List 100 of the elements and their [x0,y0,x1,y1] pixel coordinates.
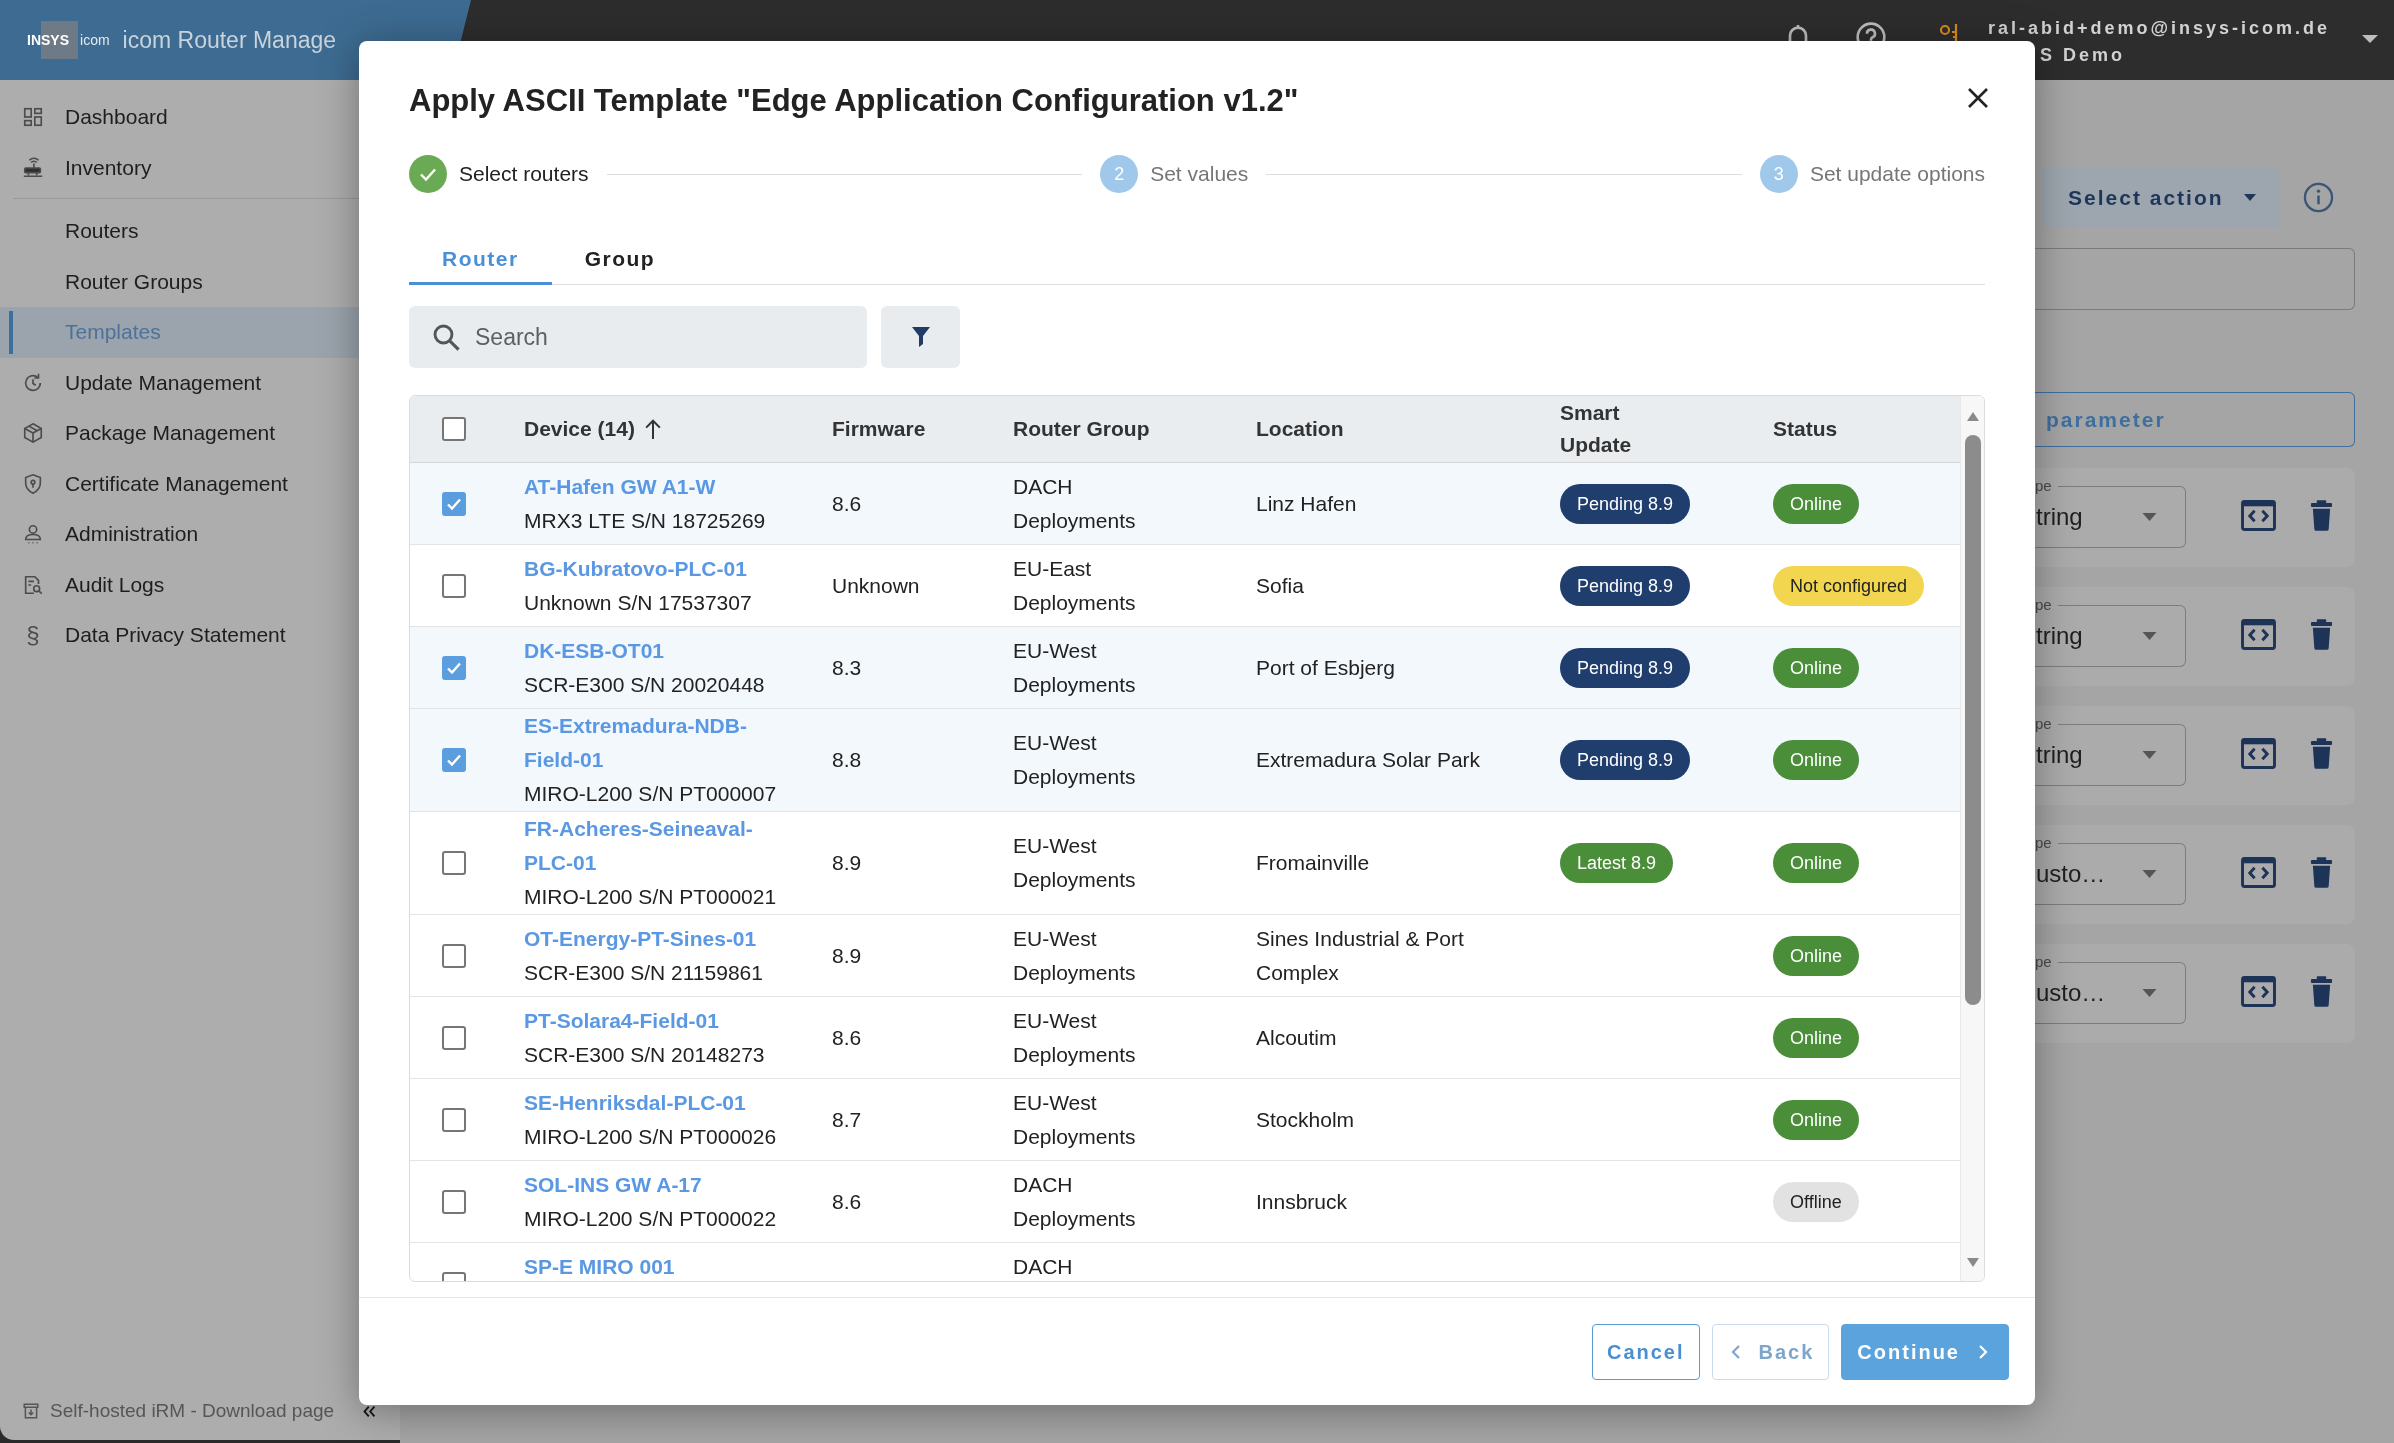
chevron-right-icon [1978,1344,1988,1360]
step-label[interactable]: Set update options [1809,162,1985,186]
update-tag: Pending 8.9 [1560,740,1691,780]
caret-down-icon [2142,632,2157,640]
caret-down-icon [2243,194,2256,201]
shield-icon [22,472,44,495]
tab[interactable]: Group [551,233,689,285]
text-input-field[interactable] [2035,248,2355,310]
column-header[interactable]: Smart Update [1560,397,1650,461]
trash-icon[interactable] [2310,857,2333,888]
table-cell-text: 8.7 [832,1106,862,1133]
logo[interactable]: INSYS icom [27,21,110,59]
table-cell-text: 8.9 [832,942,862,969]
sidebar-item[interactable]: Certificate Management [0,458,400,509]
code-window-icon[interactable] [2241,500,2276,531]
table-cell-text: Sines Industrial & Port Complex [1256,925,1465,986]
user-email[interactable]: ral-abid+demo@insys-icom.de [1987,15,2330,42]
filter-button[interactable] [881,306,960,368]
column-header[interactable]: Location [1256,413,1344,445]
checkbox[interactable] [442,1107,466,1132]
update-tag: Latest 8.9 [1560,843,1674,883]
code-window-icon[interactable] [2241,857,2276,888]
serial-number-text: MIRO-L200 S/N PT000007 [524,781,778,807]
checkbox[interactable] [442,491,466,516]
clock-arrow-icon [22,371,44,394]
sidebar-item[interactable]: Audit Logs [0,559,400,610]
table-cell-text: EU-East Deployments [1013,555,1137,616]
table-cell-text: Alcoutim [1256,1024,1337,1051]
status-tag: Online [1773,1099,1860,1140]
table-cell-text: Unknown [832,572,920,599]
scroll-down-arrow-icon[interactable] [1966,1258,1979,1267]
scroll-up-arrow-icon[interactable] [1966,412,1979,421]
table-cell-text: EU-West Deployments [1013,1089,1137,1150]
serial-number-text: SCR-E300 S/N 21159861 [524,959,763,986]
code-window-icon[interactable] [2241,619,2276,650]
trash-icon[interactable] [2310,738,2333,769]
code-window-icon[interactable] [2241,976,2276,1007]
update-tag: Pending 8.9 [1560,483,1691,524]
sidebar-item[interactable]: Dashboard [0,92,400,143]
sidebar-item[interactable]: Administration [0,509,400,560]
cancel-button[interactable]: Cancel [1591,1324,1700,1380]
code-window-icon[interactable] [2241,738,2276,769]
checkbox[interactable] [442,573,466,598]
column-header[interactable]: Firmware [832,413,926,445]
status-tag: Online [1773,935,1860,976]
table-cell-text: 8.3 [832,654,862,681]
step-number: 2 [1100,155,1139,193]
table-cell-text: DACH Deployments [1013,473,1137,534]
logo-text: INSYS [27,32,69,48]
search-icon [432,323,461,352]
checkbox[interactable] [442,417,466,441]
table-cell-text: EU-West Deployments [1013,1007,1137,1068]
table-cell-text: 8.9 [832,850,862,876]
organization-name[interactable]: S Demo [2039,42,2125,69]
person-icon [22,523,44,546]
update-tag: Pending 8.9 [1560,647,1691,688]
table-cell-text: Port of Esbjerg [1256,654,1395,681]
close-button[interactable] [1967,87,1989,109]
caret-down-icon [2142,989,2157,997]
checkbox[interactable] [442,851,466,875]
caret-down-icon [2142,751,2157,759]
serial-number-text: MIRO-L200 S/N PT000022 [524,1205,777,1232]
router-icon [22,156,44,179]
sidebar-item[interactable]: Package Management [0,408,400,459]
section-sign-icon: § [22,622,44,649]
sidebar-item[interactable]: Update Management [0,357,400,408]
table-cell-text: EU-West Deployments [1013,637,1137,698]
table-cell-text: DACH [1013,1254,1073,1280]
search-field[interactable]: Search [409,306,867,368]
status-tag: Online [1773,843,1860,883]
checkbox[interactable] [442,655,466,680]
table-cell-text: 8.8 [832,747,862,773]
serial-number-text: MRX3 LTE S/N 18725269 [524,507,766,534]
trash-icon[interactable] [2310,500,2333,531]
table-cell-text: Sofia [1256,572,1304,599]
step-number: 3 [1759,155,1798,193]
info-icon[interactable] [2303,182,2334,213]
serial-number-text: SCR-E300 S/N 20020448 [524,671,765,698]
trash-icon[interactable] [2310,976,2333,1007]
dialog-title: Apply ASCII Template "Edge Application Configuration v1.2" [409,82,1299,120]
step-label[interactable]: Set values [1150,162,1249,186]
checkbox[interactable] [442,1025,466,1050]
column-header[interactable]: Router Group [1013,413,1150,445]
column-header[interactable]: Status [1773,413,1838,445]
scrollbar[interactable] [1960,396,1984,1281]
step-label[interactable]: Select routers [459,162,589,186]
checkbox[interactable] [442,748,466,772]
checkbox[interactable] [442,1189,466,1214]
trash-icon[interactable] [2310,619,2333,650]
table-cell-text: Fromainville [1256,850,1370,876]
caret-down-icon[interactable] [2360,34,2380,44]
column-header[interactable]: Device (14) [524,413,635,445]
sidebar-item[interactable]: Inventory [0,142,400,193]
table-cell-text: 8.6 [832,1188,862,1215]
select-action-button[interactable]: Select action [2041,167,2280,228]
scrollbar-thumb[interactable] [1964,435,1981,1005]
checkbox[interactable] [442,943,466,968]
status-tag: Not configured [1773,565,1925,606]
filter-icon [910,326,931,348]
logo-text: icom [80,32,110,48]
